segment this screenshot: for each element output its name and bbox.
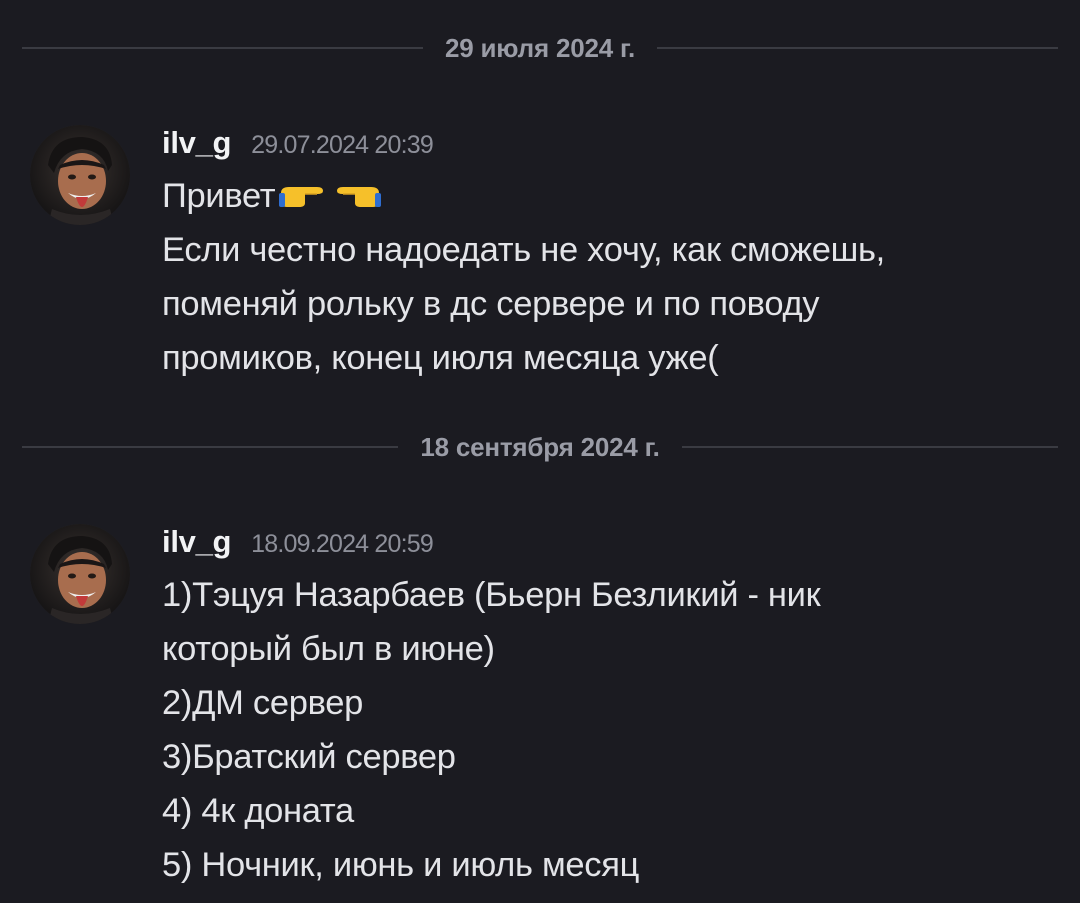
backhand-index-pointing-left-icon [331, 173, 383, 227]
message-line: Привет [162, 169, 1062, 223]
username[interactable]: ilv_g [162, 524, 231, 560]
date-divider-label: 29 июля 2024 г. [444, 32, 636, 63]
message-line: 3)Братский сервер [162, 738, 456, 776]
divider-line [22, 47, 423, 49]
message: ilv_g 29.07.2024 20:39 Привет Если честн… [30, 125, 1060, 385]
message-header: ilv_g 29.07.2024 20:39 [162, 125, 434, 165]
message-line: промиков, конец июля месяца уже( [162, 339, 719, 377]
message-line: 4) 4к доната [162, 792, 354, 830]
timestamp: 29.07.2024 20:39 [251, 131, 434, 159]
message-line: 2)ДМ сервер [162, 684, 364, 722]
message: ilv_g 18.09.2024 20:59 1)Тэцуя Назарбаев… [30, 524, 1060, 894]
date-divider: 29 июля 2024 г. [22, 33, 1059, 63]
backhand-index-pointing-right-icon [277, 173, 329, 227]
date-divider-label: 18 сентября 2024 г. [420, 431, 660, 462]
message-line-text: Привет [162, 177, 276, 215]
message-line: 1)Тэцуя Назарбаев (Бьерн Безликий - ник [162, 576, 821, 614]
avatar-image [30, 125, 130, 225]
message-content: 1)Тэцуя Назарбаев (Бьерн Безликий - ник … [162, 568, 1062, 892]
user-avatar[interactable] [30, 524, 130, 624]
username[interactable]: ilv_g [162, 125, 231, 161]
user-avatar[interactable] [30, 125, 130, 225]
message-content: Привет Если честно надоедать не хочу, ка… [162, 169, 1062, 385]
divider-line [681, 446, 1059, 448]
message-header: ilv_g 18.09.2024 20:59 [162, 524, 434, 564]
message-line: 5) Ночник, июнь и июль месяц [162, 846, 640, 884]
divider-line [22, 446, 399, 448]
date-divider: 18 сентября 2024 г. [22, 432, 1059, 462]
message-line: который был в июне) [162, 630, 495, 668]
message-line: поменяй рольку в дс сервере и по поводу [162, 285, 820, 323]
message-line: Если честно надоедать не хочу, как сможе… [162, 231, 885, 269]
divider-line [657, 47, 1059, 49]
avatar-image [30, 524, 130, 624]
timestamp: 18.09.2024 20:59 [251, 530, 434, 558]
